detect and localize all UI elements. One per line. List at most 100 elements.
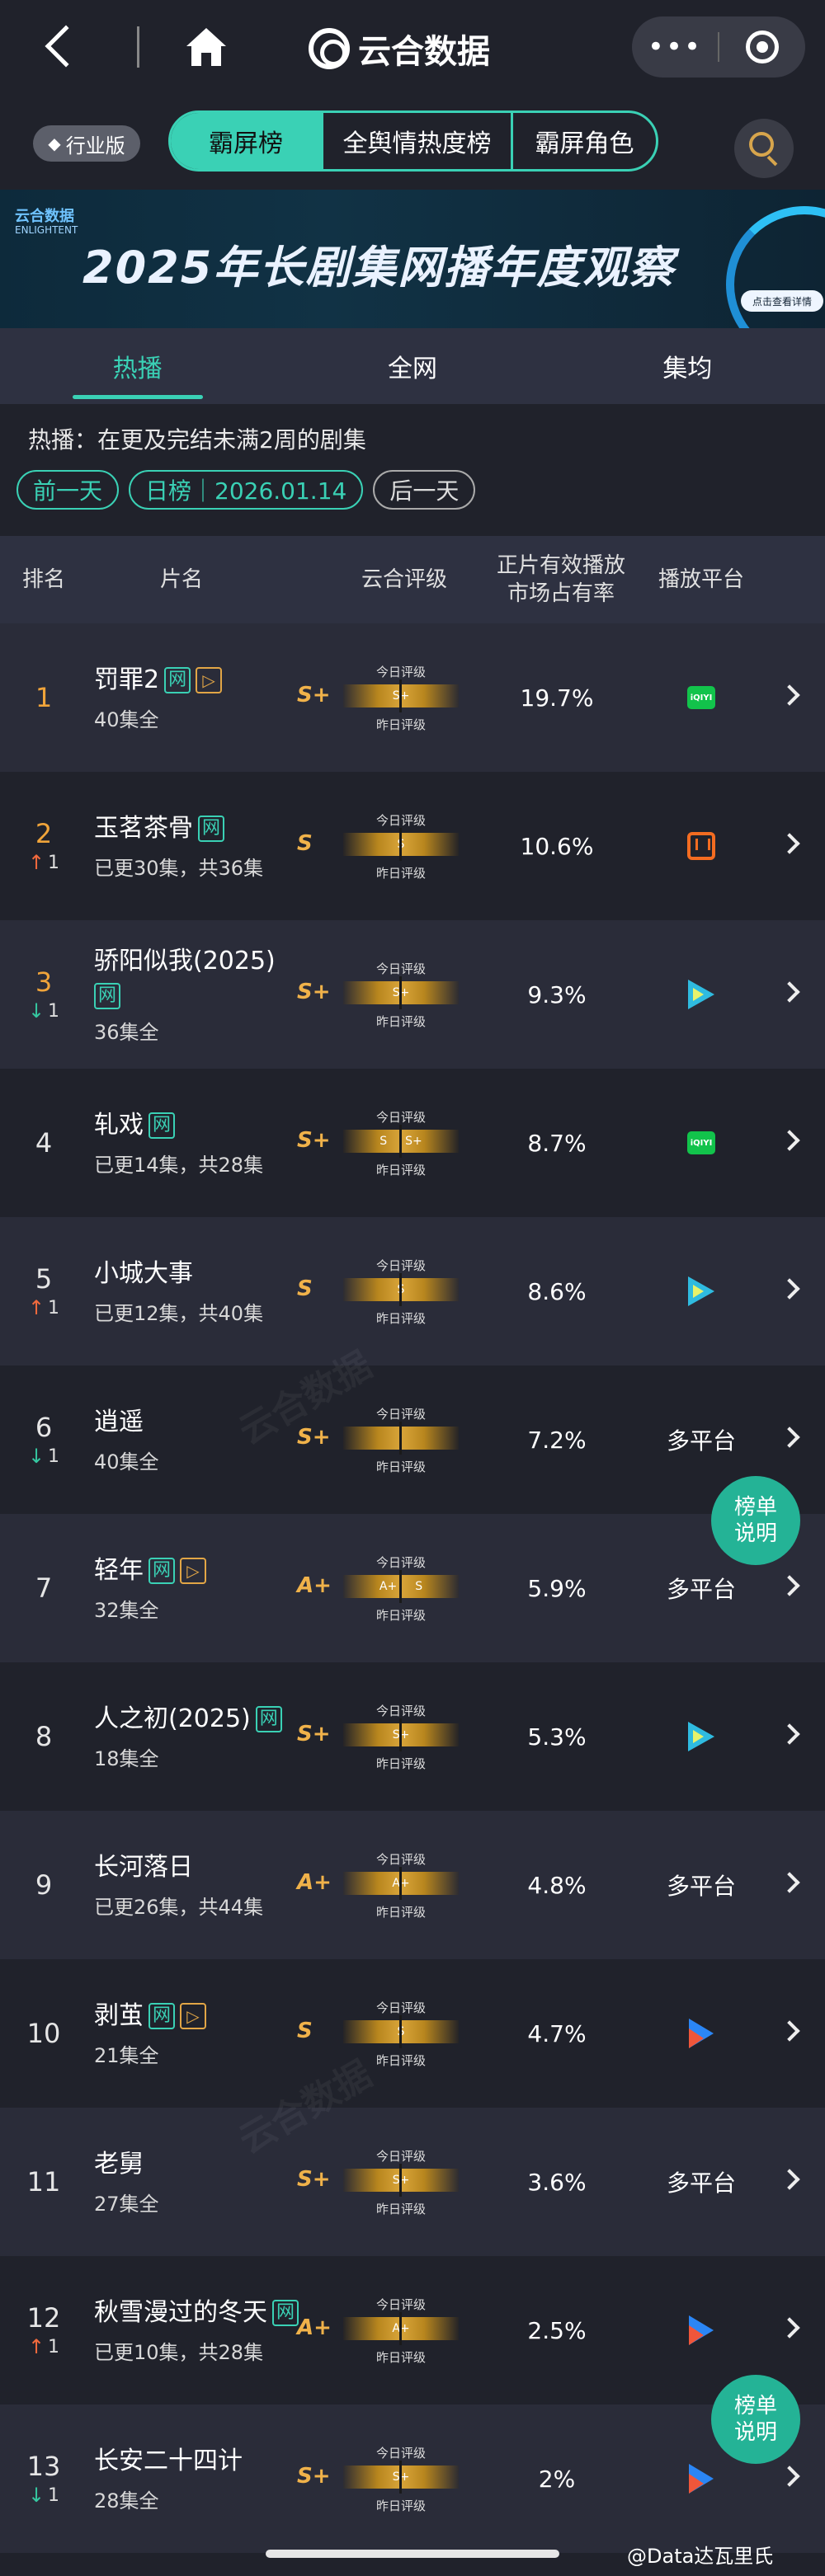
- tab-public-opinion[interactable]: 全舆情热度榜: [321, 113, 511, 169]
- market-share: 5.9%: [527, 1574, 587, 1602]
- chevron-right-icon[interactable]: [779, 981, 800, 1003]
- table-row[interactable]: 4 轧戏网已更14集，共28集 S+ 今日评级 S S+ 昨日评级 8.7% iQIYI: [0, 1069, 825, 1217]
- chevron-right-icon[interactable]: [779, 2317, 800, 2339]
- nav-divider: [137, 26, 139, 68]
- grade-gauge: 今日评级A+昨日评级: [343, 2296, 459, 2365]
- chevron-right-icon[interactable]: [779, 2020, 800, 2042]
- grade-cell: S 今日评级S昨日评级: [297, 1959, 462, 2108]
- market-share: 19.7%: [520, 684, 594, 712]
- web-drama-tag: 网: [198, 815, 224, 842]
- tab-all-network[interactable]: 全网: [275, 328, 549, 404]
- tab-character[interactable]: 霸屏角色: [511, 113, 656, 169]
- table-row[interactable]: 10 剥茧网▷ 21集全 S 今日评级S昨日评级 4.7%: [0, 1959, 825, 2108]
- rank-number: 10: [26, 2018, 61, 2049]
- app-brand: 云合数据: [309, 25, 490, 73]
- grade-letter: A+: [297, 1573, 332, 1598]
- table-row[interactable]: 2↑1玉茗茶骨网已更30集，共36集S今日评级S昨日评级10.6%: [0, 772, 825, 920]
- ranking-info-button-2[interactable]: 榜单说明: [711, 2375, 800, 2464]
- rank-cell: 8: [0, 1662, 87, 1811]
- tab-hot[interactable]: 热播: [0, 328, 275, 404]
- table-row[interactable]: 3↓1骄阳似我(2025)网36集全S+今日评级S+昨日评级9.3%: [0, 920, 825, 1069]
- chevron-right-icon[interactable]: [779, 1872, 800, 1893]
- rank-number: 1: [35, 682, 53, 713]
- chevron-right-icon[interactable]: [779, 684, 800, 706]
- table-row[interactable]: 6 ↓ 1 逍遥 40集全 S+ 今日评级 昨日评级 7.2% 多平台: [0, 1366, 825, 1514]
- episode-info: 36集全: [94, 1020, 159, 1044]
- rank-number: 6: [35, 1412, 53, 1443]
- chevron-right-icon[interactable]: [779, 1575, 800, 1596]
- top-nav-bar: 云合数据 •••: [0, 0, 825, 97]
- grade-cell: S+ 今日评级 S S+ 昨日评级: [297, 1069, 462, 1217]
- chevron-right-icon[interactable]: [779, 2169, 800, 2190]
- table-row[interactable]: 9长河落日已更26集，共44集A+今日评级A+昨日评级4.8%多平台: [0, 1811, 825, 1959]
- next-day-button[interactable]: 后一天: [373, 470, 476, 510]
- title-cell: 骄阳似我(2025) 网 36集全: [94, 920, 300, 1069]
- drama-title: 轻年: [94, 1555, 144, 1585]
- table-row[interactable]: 8 人之初(2025)网 18集全 S+ 今日评级S+昨日评级 5.3%: [0, 1662, 825, 1811]
- grade-gauge: 今日评级S+昨日评级: [343, 1702, 459, 1771]
- grade-gauge: 今日评级S+昨日评级: [343, 2147, 459, 2216]
- grade-gauge: 今日评级S+昨日评级: [343, 663, 459, 732]
- grade-cell: A+ 今日评级 A+ S 昨日评级: [297, 1514, 462, 1662]
- gauge-today-label: 今日评级: [375, 2000, 426, 2015]
- rank-down-icon: ↓: [27, 999, 45, 1022]
- drama-title: 轧戏: [94, 1110, 144, 1140]
- web-drama-tag: 网: [148, 1557, 175, 1584]
- col-grade: 云合评级: [361, 567, 447, 592]
- grade-cell: S+ 今日评级 昨日评级: [297, 1366, 462, 1514]
- chevron-right-icon[interactable]: [779, 1130, 800, 1151]
- table-row[interactable]: 11 老舅 27集全 S+ 今日评级S+昨日评级 3.6% 多平台: [0, 2108, 825, 2256]
- rank-change: ↑ 1: [28, 2335, 59, 2358]
- diamond-icon: ◆: [48, 134, 61, 153]
- rank-change-value: 1: [48, 1445, 60, 1467]
- table-row[interactable]: 1 罚罪2网▷ 40集全 S+ 今日评级S+昨日评级 19.7% iQIYI: [0, 623, 825, 772]
- gauge-yesterday-label: 昨日评级: [375, 2350, 426, 2365]
- chevron-right-icon[interactable]: [779, 833, 800, 854]
- promo-banner[interactable]: 云合数据 ENLIGHTENT 2025年长剧集网播年度观察 点击查看详情: [0, 190, 825, 328]
- drama-title: 罚罪2: [94, 665, 160, 694]
- tab-bapingbang[interactable]: 霸屏榜: [171, 113, 321, 169]
- rank-cell: 9: [0, 1811, 87, 1959]
- tencent-video-icon: [688, 980, 714, 1009]
- chevron-right-icon[interactable]: [779, 1278, 800, 1300]
- table-row[interactable]: 5↑1小城大事已更12集，共40集S今日评级S昨日评级8.6%: [0, 1217, 825, 1366]
- rank-change: ↓ 1: [28, 2484, 59, 2507]
- date-selector[interactable]: 日榜｜2026.01.14: [129, 470, 364, 510]
- ranking-info-button[interactable]: 榜单说明: [711, 1476, 800, 1565]
- chevron-right-icon[interactable]: [779, 2466, 800, 2487]
- table-row[interactable]: 13↓1长安二十四计28集全S+今日评级S+昨日评级2%: [0, 2404, 825, 2553]
- prev-day-button[interactable]: 前一天: [16, 470, 120, 510]
- platform-text: 多平台: [666, 1427, 736, 1455]
- platform-cell: iQIYI: [644, 623, 759, 772]
- gauge-yesterday-label: 昨日评级: [375, 1905, 426, 1920]
- market-share: 4.7%: [527, 2019, 587, 2047]
- platform-cell: [644, 920, 759, 1069]
- more-icon[interactable]: •••: [632, 33, 718, 61]
- rank-cell: 1: [0, 623, 87, 772]
- table-row[interactable]: 12↑1秋雪漫过的冬天网已更10集，共28集A+今日评级A+昨日评级2.5%: [0, 2256, 825, 2404]
- banner-detail-button[interactable]: 点击查看详情: [741, 290, 823, 312]
- industry-edition-badge[interactable]: ◆ 行业版: [33, 125, 140, 162]
- episode-info: 21集全: [94, 2043, 159, 2067]
- title-cell: 逍遥 40集全: [94, 1366, 300, 1514]
- chevron-right-icon[interactable]: [779, 1427, 800, 1448]
- grade-cell: S+ 今日评级S+昨日评级: [297, 2108, 462, 2256]
- title-cell: 人之初(2025) 网 18集全: [94, 1662, 300, 1811]
- search-button[interactable]: [734, 119, 794, 178]
- chevron-right-icon[interactable]: [779, 1723, 800, 1745]
- table-header: 排名 片名 云合评级 正片有效播放 市场占有率 播放平台: [0, 536, 825, 623]
- back-icon[interactable]: [45, 25, 87, 68]
- episode-info: 40集全: [94, 707, 159, 731]
- home-icon[interactable]: [183, 25, 229, 69]
- market-share: 4.8%: [527, 1871, 587, 1899]
- grade-gauge: 今日评级A+昨日评级: [343, 1850, 459, 1920]
- gauge-marker: [399, 976, 402, 1009]
- rank-number: 11: [26, 2166, 61, 2198]
- gauge-today-label: 今日评级: [375, 1407, 426, 1422]
- platform-cell: [644, 1217, 759, 1366]
- table-row[interactable]: 7 轻年网 ▷ 32集全 A+ 今日评级 A+ S 昨日评级 5.9% 多平台: [0, 1514, 825, 1662]
- title-cell: 小城大事 已更12集，共40集: [94, 1217, 300, 1366]
- tab-per-episode[interactable]: 集均: [550, 328, 825, 404]
- close-target-icon[interactable]: [719, 31, 805, 63]
- rank-change: ↑ 1: [28, 1296, 59, 1319]
